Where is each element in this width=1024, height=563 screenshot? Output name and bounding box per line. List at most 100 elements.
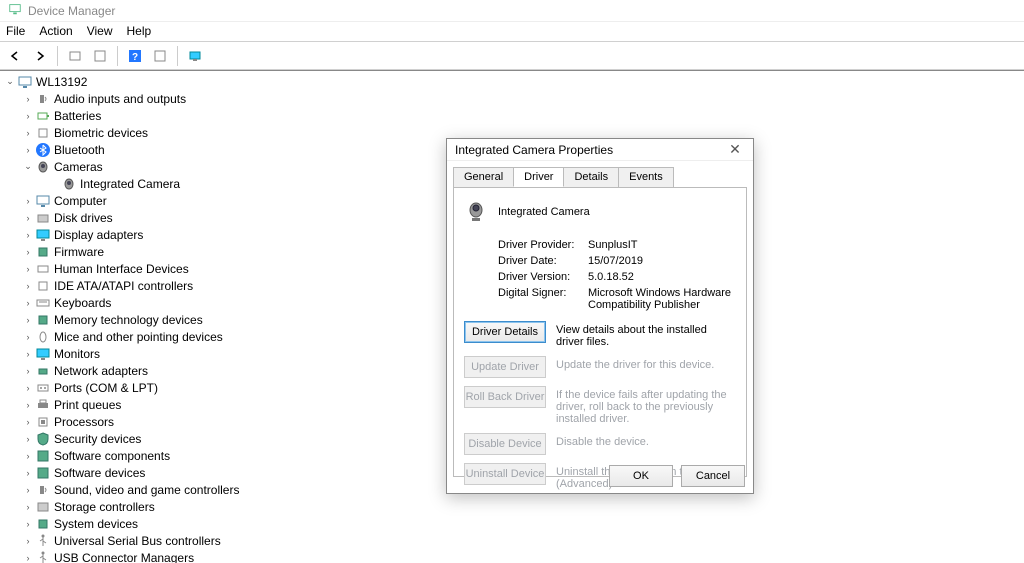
usb-icon <box>34 550 52 563</box>
help-button[interactable]: ? <box>124 45 146 67</box>
bluetooth-icon <box>34 142 52 158</box>
update-driver-button: Update Driver <box>464 356 546 378</box>
tab-general[interactable]: General <box>453 167 514 187</box>
expander-icon[interactable]: › <box>22 212 34 224</box>
tree-category[interactable]: › Batteries <box>0 107 1024 124</box>
expander-icon[interactable]: › <box>22 314 34 326</box>
property-value: 5.0.18.52 <box>588 271 736 283</box>
network-icon <box>34 363 52 379</box>
back-button[interactable] <box>4 45 26 67</box>
toolbar: ? <box>0 42 1024 70</box>
expander-icon[interactable]: › <box>22 229 34 241</box>
scan-hardware-button[interactable] <box>184 45 206 67</box>
tree-root-node[interactable]: ⌄WL13192 <box>0 73 1024 90</box>
generic-icon <box>34 125 52 141</box>
button-description: Update the driver for this device. <box>556 356 736 371</box>
expander-icon[interactable]: › <box>22 433 34 445</box>
chip-icon <box>34 244 52 260</box>
expander-icon[interactable]: › <box>22 144 34 156</box>
camera-icon <box>60 176 78 192</box>
property-value: Microsoft Windows Hardware Compatibility… <box>588 287 736 311</box>
expander-icon[interactable]: › <box>22 280 34 292</box>
close-button[interactable]: ✕ <box>725 140 745 160</box>
roll-back-driver-button: Roll Back Driver <box>464 386 546 408</box>
ok-button[interactable]: OK <box>609 465 673 487</box>
tree-label: Biometric devices <box>54 126 148 140</box>
tree-label: Batteries <box>54 109 101 123</box>
expander-icon[interactable]: › <box>22 365 34 377</box>
toolbar-separator <box>177 46 178 66</box>
refresh-button[interactable] <box>89 45 111 67</box>
expander-icon[interactable] <box>48 178 60 190</box>
forward-button[interactable] <box>29 45 51 67</box>
expander-icon[interactable]: › <box>22 246 34 258</box>
expander-icon[interactable]: › <box>22 382 34 394</box>
tree-label: Software devices <box>54 466 145 480</box>
expander-icon[interactable]: ⌄ <box>22 161 34 173</box>
cancel-button[interactable]: Cancel <box>681 465 745 487</box>
storage-icon <box>34 499 52 515</box>
tree-category[interactable]: › Universal Serial Bus controllers <box>0 532 1024 549</box>
expander-icon[interactable]: › <box>22 263 34 275</box>
tab-strip: GeneralDriverDetailsEvents <box>453 167 747 187</box>
property-row: Driver Version:5.0.18.52 <box>498 271 736 283</box>
show-hidden-button[interactable] <box>64 45 86 67</box>
expander-icon[interactable]: › <box>22 450 34 462</box>
expander-icon[interactable]: › <box>22 467 34 479</box>
expander-icon[interactable]: › <box>22 110 34 122</box>
expander-icon[interactable]: › <box>22 331 34 343</box>
tree-label: Ports (COM & LPT) <box>54 381 158 395</box>
expander-icon[interactable]: › <box>22 348 34 360</box>
printer-icon <box>34 397 52 413</box>
expander-icon[interactable]: › <box>22 93 34 105</box>
tab-details[interactable]: Details <box>563 167 619 187</box>
expander-icon[interactable]: › <box>22 501 34 513</box>
tree-label: Security devices <box>54 432 141 446</box>
disable-device-button: Disable Device <box>464 433 546 455</box>
computer-icon <box>34 193 52 209</box>
dialog-buttons: OK Cancel <box>609 465 745 487</box>
expander-icon[interactable]: › <box>22 195 34 207</box>
soft-icon <box>34 448 52 464</box>
expander-icon[interactable]: › <box>22 416 34 428</box>
tree-category[interactable]: ›System devices <box>0 515 1024 532</box>
tree-category[interactable]: ›Audio inputs and outputs <box>0 90 1024 107</box>
expander-icon[interactable]: › <box>22 399 34 411</box>
expander-icon[interactable]: › <box>22 552 34 563</box>
mouse-icon <box>34 329 52 345</box>
camera-icon <box>464 198 488 225</box>
expander-icon[interactable]: › <box>22 518 34 530</box>
tree-label: Integrated Camera <box>80 177 180 191</box>
menu-help[interactable]: Help <box>127 24 152 39</box>
tree-label: USB Connector Managers <box>54 551 194 563</box>
menu-file[interactable]: File <box>6 24 25 39</box>
tab-driver[interactable]: Driver <box>513 167 564 187</box>
menu-bar: File Action View Help <box>0 22 1024 42</box>
battery-icon <box>34 108 52 124</box>
chip-icon <box>34 516 52 532</box>
tree-label: Computer <box>54 194 107 208</box>
tree-label: Universal Serial Bus controllers <box>54 534 221 548</box>
expander-icon[interactable]: ⌄ <box>4 76 16 88</box>
expander-icon[interactable]: › <box>22 297 34 309</box>
driver-details-button[interactable]: Driver Details <box>464 321 546 343</box>
tree-category[interactable]: › USB Connector Managers <box>0 549 1024 563</box>
expander-icon[interactable]: › <box>22 127 34 139</box>
device-name: Integrated Camera <box>498 206 590 218</box>
tree-label: IDE ATA/ATAPI controllers <box>54 279 193 293</box>
menu-action[interactable]: Action <box>39 24 72 39</box>
menu-view[interactable]: View <box>87 24 113 39</box>
expander-icon[interactable]: › <box>22 484 34 496</box>
expander-icon[interactable]: › <box>22 535 34 547</box>
computer-icon <box>16 74 34 90</box>
dialog-title-bar: Integrated Camera Properties ✕ <box>447 139 753 161</box>
tree-label: Monitors <box>54 347 100 361</box>
tab-events[interactable]: Events <box>618 167 674 187</box>
window-title: Device Manager <box>28 4 115 18</box>
properties-button[interactable] <box>149 45 171 67</box>
dialog-title: Integrated Camera Properties <box>455 143 613 157</box>
tree-category[interactable]: ›Storage controllers <box>0 498 1024 515</box>
tree-label: Human Interface Devices <box>54 262 189 276</box>
app-icon <box>8 2 22 19</box>
property-row: Digital Signer:Microsoft Windows Hardwar… <box>498 287 736 311</box>
